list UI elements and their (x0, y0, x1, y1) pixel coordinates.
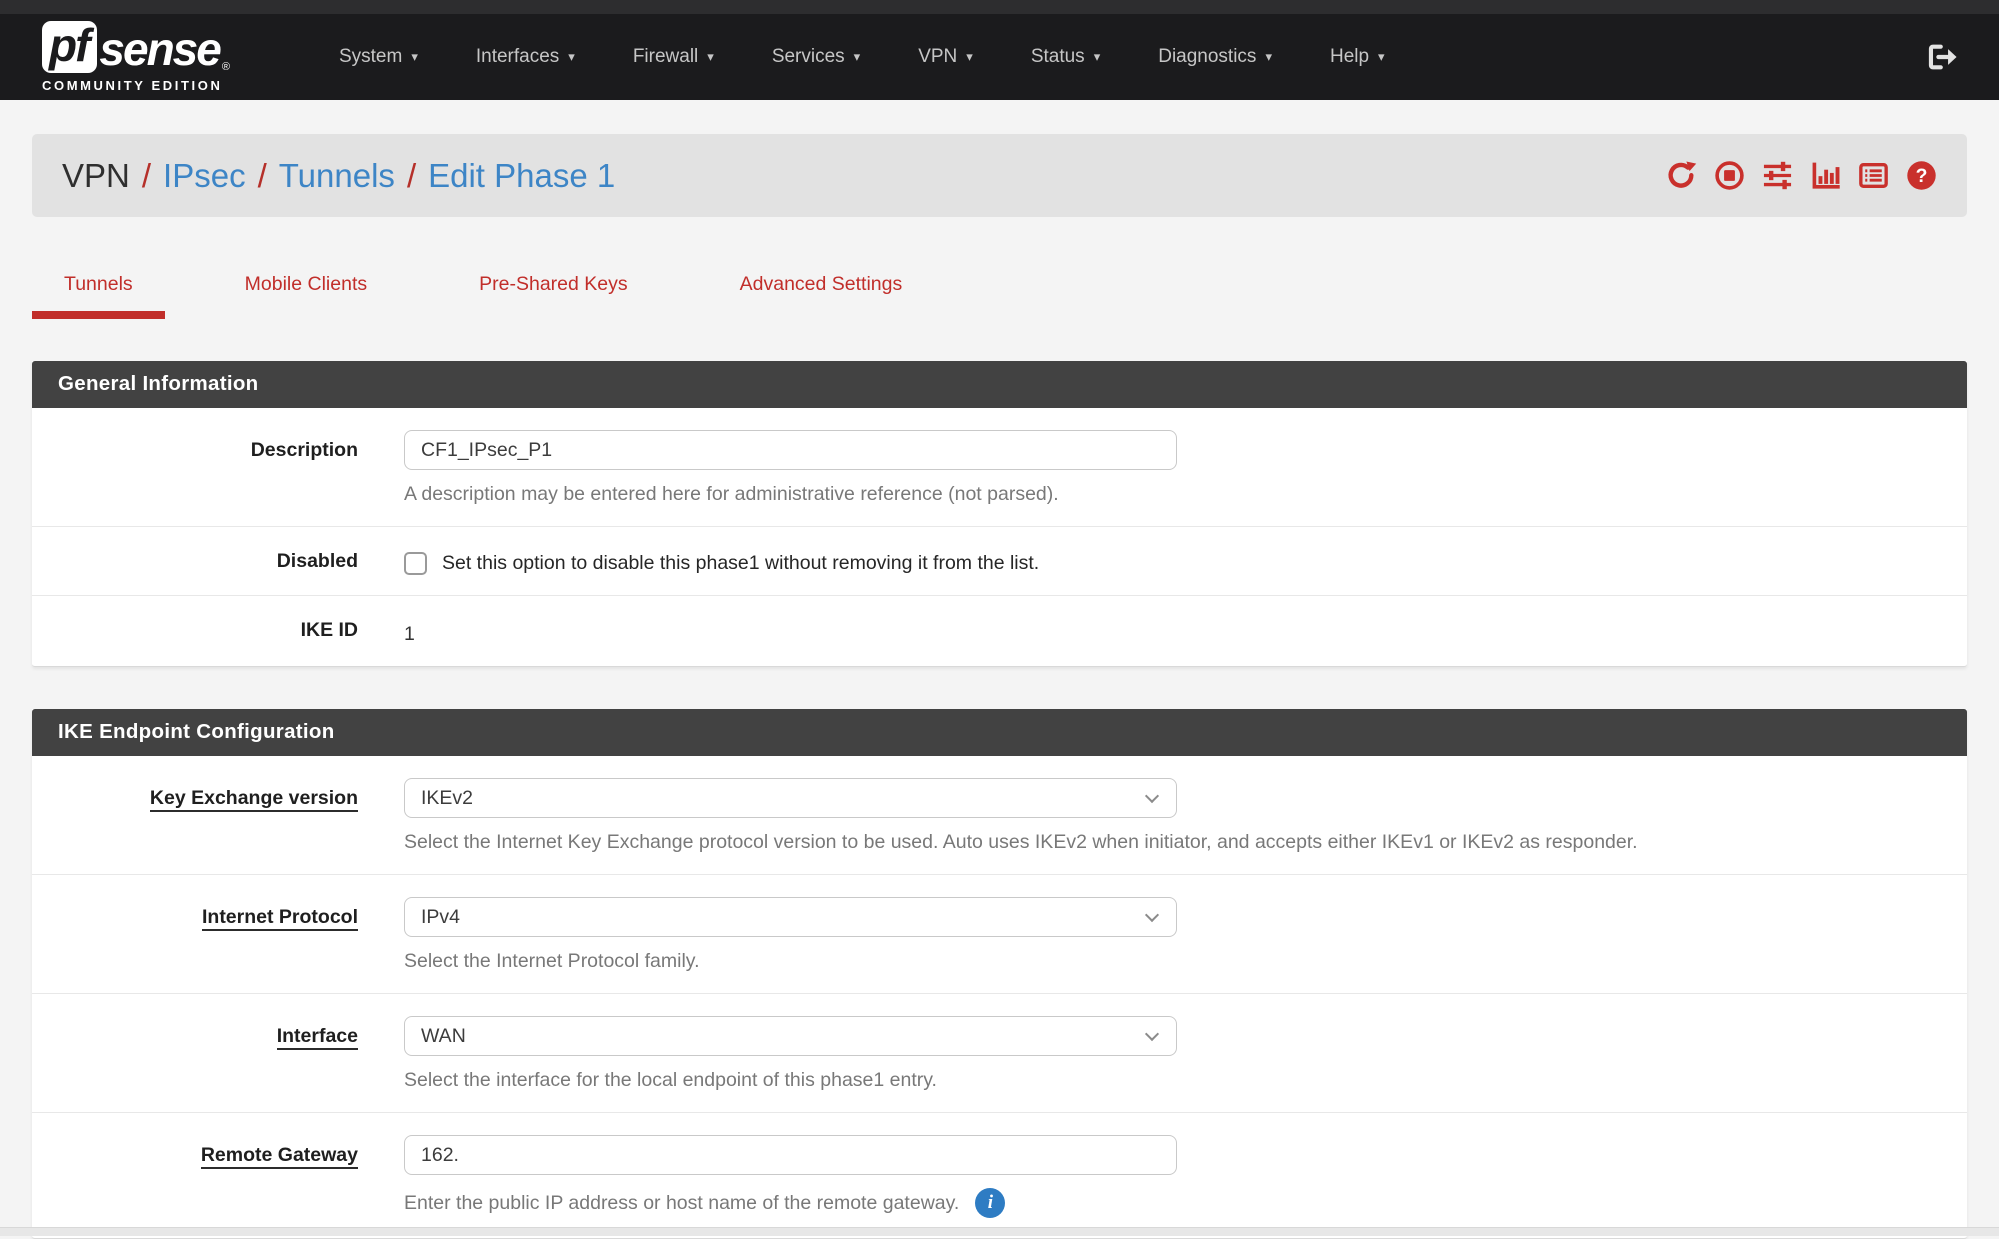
tab-mobile-clients[interactable]: Mobile Clients (213, 273, 399, 319)
ike-id-value: 1 (404, 618, 1967, 646)
remote-gateway-input[interactable] (404, 1135, 1177, 1175)
internet-protocol-help: Select the Internet Protocol family. (404, 950, 1967, 973)
registered-mark: ® (222, 61, 230, 73)
chevron-down-icon: ▾ (966, 49, 973, 65)
tab-advanced-settings[interactable]: Advanced Settings (708, 273, 935, 319)
remote-gateway-help: Enter the public IP address or host name… (404, 1188, 1967, 1218)
page-bottom-strip (0, 1227, 1999, 1236)
key-exchange-help: Select the Internet Key Exchange protoco… (404, 831, 1967, 854)
remote-gateway-row: Remote Gateway Enter the public IP addre… (32, 1113, 1967, 1238)
pfsense-logo-sense: sense (99, 25, 219, 73)
pfsense-logo-wordmark: pfsense® (42, 21, 230, 73)
tab-pre-shared-keys[interactable]: Pre-Shared Keys (447, 273, 660, 319)
help-icon[interactable]: ? (1906, 160, 1937, 191)
tab-tunnels[interactable]: Tunnels (32, 273, 165, 319)
chevron-down-icon: ▾ (707, 49, 714, 65)
interface-help: Select the interface for the local endpo… (404, 1069, 1967, 1092)
pfsense-logo[interactable]: pfsense® COMMUNITY EDITION (42, 21, 230, 93)
general-information-header: General Information (32, 361, 1967, 408)
navbar-menu: System▾ Interfaces▾ Firewall▾ Services▾ … (310, 46, 1414, 68)
chevron-down-icon: ▾ (1265, 49, 1272, 65)
page-action-icons: ? (1666, 160, 1937, 191)
nav-item-firewall[interactable]: Firewall▾ (633, 46, 714, 68)
pfsense-logo-pf: pf (42, 21, 97, 73)
key-exchange-label: Key Exchange version (32, 778, 358, 854)
description-label: Description (32, 430, 358, 506)
disabled-row: Disabled Set this option to disable this… (32, 527, 1967, 596)
description-help: A description may be entered here for ad… (404, 483, 1967, 506)
breadcrumb-link-ipsec[interactable]: IPsec (163, 157, 246, 195)
interface-row: Interface WAN Select the interface for t… (32, 994, 1967, 1113)
chevron-down-icon: ▾ (854, 49, 861, 65)
ike-endpoint-header: IKE Endpoint Configuration (32, 709, 1967, 756)
nav-item-services[interactable]: Services▾ (772, 46, 860, 68)
stop-icon[interactable] (1714, 160, 1745, 191)
window-top-strip (0, 0, 1999, 14)
description-input[interactable] (404, 430, 1177, 470)
chevron-down-icon: ▾ (1378, 49, 1385, 65)
remote-gateway-label: Remote Gateway (32, 1135, 358, 1218)
ike-endpoint-panel: IKE Endpoint Configuration Key Exchange … (32, 709, 1967, 1239)
sign-out-icon[interactable] (1925, 42, 1959, 72)
info-icon[interactable]: i (975, 1188, 1005, 1218)
main-navbar: pfsense® COMMUNITY EDITION System▾ Inter… (0, 14, 1999, 100)
ike-id-row: IKE ID 1 (32, 596, 1967, 666)
breadcrumb-link-tunnels[interactable]: Tunnels (279, 157, 395, 195)
disabled-checkbox-text: Set this option to disable this phase1 w… (442, 552, 1039, 575)
description-row: Description A description may be entered… (32, 408, 1967, 527)
refresh-icon[interactable] (1666, 160, 1697, 191)
breadcrumb: VPN / IPsec / Tunnels / Edit Phase 1 (62, 157, 615, 195)
chevron-down-icon: ▾ (1094, 49, 1101, 65)
chart-icon[interactable] (1810, 160, 1841, 191)
ike-id-label: IKE ID (32, 618, 358, 646)
key-exchange-select[interactable]: IKEv2 (404, 778, 1177, 818)
nav-item-help[interactable]: Help▾ (1330, 46, 1385, 68)
interface-select[interactable]: WAN (404, 1016, 1177, 1056)
svg-text:?: ? (1916, 165, 1928, 187)
sliders-icon[interactable] (1762, 160, 1793, 191)
nav-item-vpn[interactable]: VPN▾ (918, 46, 973, 68)
key-exchange-row: Key Exchange version IKEv2 Select the In… (32, 756, 1967, 875)
nav-item-interfaces[interactable]: Interfaces▾ (476, 46, 575, 68)
internet-protocol-label: Internet Protocol (32, 897, 358, 973)
nav-item-diagnostics[interactable]: Diagnostics▾ (1158, 46, 1272, 68)
page-tabs: Tunnels Mobile Clients Pre-Shared Keys A… (32, 273, 1967, 319)
disabled-checkbox[interactable] (404, 552, 427, 575)
nav-item-status[interactable]: Status▾ (1031, 46, 1100, 68)
general-information-panel: General Information Description A descri… (32, 361, 1967, 667)
breadcrumb-root: VPN (62, 157, 130, 195)
community-edition-label: COMMUNITY EDITION (42, 78, 230, 93)
chevron-down-icon: ▾ (568, 49, 575, 65)
interface-label: Interface (32, 1016, 358, 1092)
breadcrumb-link-edit-phase1[interactable]: Edit Phase 1 (428, 157, 615, 195)
internet-protocol-row: Internet Protocol IPv4 Select the Intern… (32, 875, 1967, 994)
log-icon[interactable] (1858, 160, 1889, 191)
breadcrumb-bar: VPN / IPsec / Tunnels / Edit Phase 1 (32, 134, 1967, 217)
internet-protocol-select[interactable]: IPv4 (404, 897, 1177, 937)
nav-item-system[interactable]: System▾ (339, 46, 418, 68)
disabled-label: Disabled (32, 549, 358, 575)
chevron-down-icon: ▾ (411, 49, 418, 65)
